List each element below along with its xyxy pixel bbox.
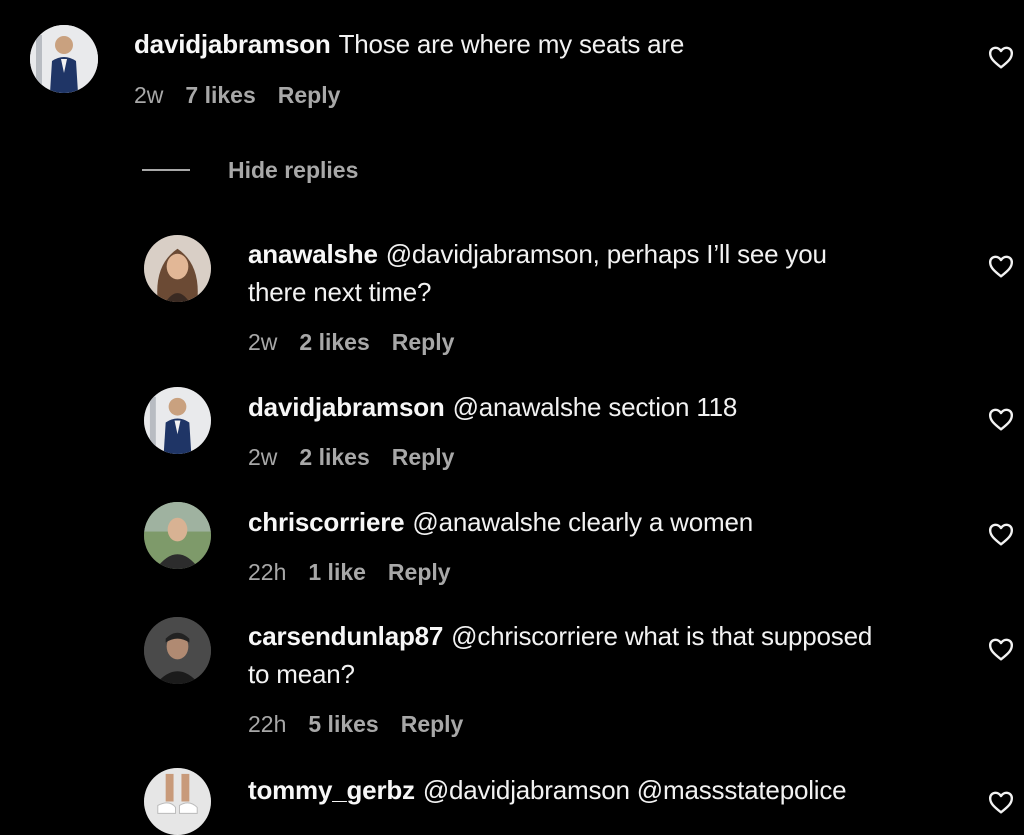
man-dark-avatar-icon	[144, 617, 211, 684]
reply-body-continued: there next time?	[248, 277, 432, 307]
reply-meta: 2w 2 likes Reply	[248, 444, 476, 471]
reply-username[interactable]: carsendunlap87	[248, 621, 443, 651]
reply-likes[interactable]: 1 like	[308, 559, 366, 585]
comment-body: Those are where my seats are	[338, 29, 685, 59]
avatar[interactable]	[30, 25, 98, 93]
reply-text: tommy_gerbz @davidjabramson @massstatepol…	[248, 771, 968, 809]
heart-icon[interactable]	[988, 407, 1014, 431]
reply-username[interactable]: chriscorriere	[248, 507, 405, 537]
man-outdoor-avatar-icon	[144, 502, 211, 569]
reply-text: chriscorriere @anawalshe clearly a women	[248, 503, 948, 541]
avatar[interactable]	[144, 235, 211, 302]
person-sneakers-avatar-icon	[144, 768, 211, 835]
man-in-suit-avatar-icon	[144, 387, 211, 454]
hide-replies-button[interactable]: Hide replies	[142, 152, 358, 188]
heart-icon[interactable]	[988, 522, 1014, 546]
avatar[interactable]	[144, 768, 211, 835]
reply-body: @anawalshe section 118	[452, 392, 738, 422]
reply-time: 22h	[248, 559, 287, 585]
avatar[interactable]	[144, 617, 211, 684]
comment-text: davidjabramson Those are where my seats a…	[134, 25, 964, 63]
comment-meta: 2w 7 likes Reply	[134, 82, 362, 109]
woman-portrait-avatar-icon	[144, 235, 211, 302]
reply-username[interactable]: anawalshe	[248, 239, 378, 269]
reply-body: @chriscorriere what is that supposed	[451, 621, 873, 651]
heart-icon[interactable]	[988, 254, 1014, 278]
reply-time: 2w	[248, 444, 278, 470]
heart-icon[interactable]	[988, 790, 1014, 814]
reply-button[interactable]: Reply	[392, 444, 455, 470]
reply-time: 22h	[248, 711, 287, 737]
reply-body: @davidjabramson, perhaps I’ll see you	[385, 239, 827, 269]
reply-likes[interactable]: 2 likes	[299, 444, 369, 470]
divider-line	[142, 169, 190, 171]
reply-body: @davidjabramson @massstatepolice	[422, 775, 847, 805]
reply-meta: 22h 5 likes Reply	[248, 711, 485, 738]
reply-username[interactable]: davidjabramson	[248, 392, 445, 422]
reply-text: davidjabramson @anawalshe section 118	[248, 388, 948, 426]
reply-username[interactable]: tommy_gerbz	[248, 775, 415, 805]
man-in-suit-avatar-icon	[30, 25, 98, 93]
reply-likes[interactable]: 2 likes	[299, 329, 369, 355]
reply-meta: 22h 1 like Reply	[248, 559, 473, 586]
reply-button[interactable]: Reply	[392, 329, 455, 355]
reply-text: carsendunlap87 @chriscorriere what is tha…	[248, 617, 968, 693]
reply-body: @anawalshe clearly a women	[412, 507, 753, 537]
comment-time: 2w	[134, 82, 164, 108]
reply-button[interactable]: Reply	[401, 711, 464, 737]
reply-button[interactable]: Reply	[388, 559, 451, 585]
reply-body-continued: to mean?	[248, 659, 355, 689]
comment-likes[interactable]: 7 likes	[185, 82, 255, 108]
heart-icon[interactable]	[988, 45, 1014, 69]
reply-likes[interactable]: 5 likes	[308, 711, 378, 737]
comment-thread: davidjabramson Those are where my seats a…	[0, 0, 1024, 835]
avatar[interactable]	[144, 502, 211, 569]
reply-meta: 2w 2 likes Reply	[248, 329, 476, 356]
reply-text: anawalshe @davidjabramson, perhaps I’ll s…	[248, 235, 948, 311]
heart-icon[interactable]	[988, 637, 1014, 661]
comment-username[interactable]: davidjabramson	[134, 29, 331, 59]
hide-replies-label: Hide replies	[228, 156, 359, 183]
avatar[interactable]	[144, 387, 211, 454]
reply-button[interactable]: Reply	[278, 82, 341, 108]
reply-time: 2w	[248, 329, 278, 355]
